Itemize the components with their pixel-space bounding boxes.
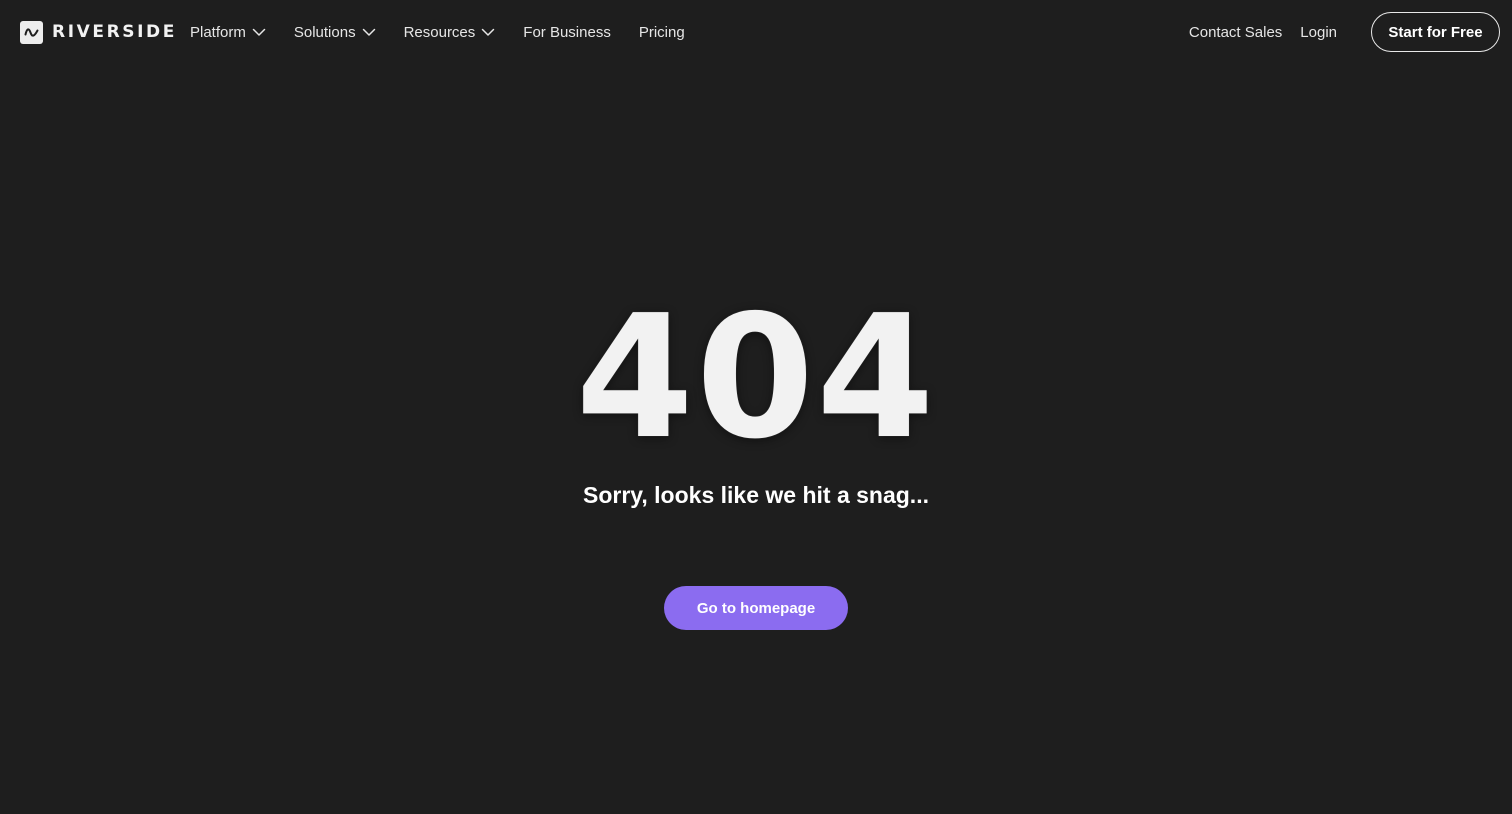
go-to-homepage-button[interactable]: Go to homepage	[664, 586, 848, 630]
nav-item-solutions[interactable]: Solutions	[294, 24, 376, 41]
start-for-free-button[interactable]: Start for Free	[1371, 12, 1500, 52]
nav-item-label: For Business	[523, 23, 611, 41]
nav-actions: Contact Sales Login Start for Free	[1189, 12, 1500, 52]
error-message: Sorry, looks like we hit a snag...	[583, 482, 929, 508]
login-link[interactable]: Login	[1300, 24, 1337, 41]
nav-item-resources[interactable]: Resources	[404, 24, 496, 41]
nav-item-label: Pricing	[638, 23, 685, 41]
nav-item-for-business[interactable]: For Business	[523, 24, 611, 41]
chevron-down-icon	[481, 28, 495, 37]
chevron-down-icon	[252, 28, 266, 37]
nav-item-label: Platform	[190, 23, 246, 41]
nav-item-platform[interactable]: Platform	[190, 24, 266, 41]
contact-sales-link[interactable]: Contact Sales	[1189, 24, 1282, 41]
error-code: 404	[575, 279, 937, 477]
brand-name: RIVERSIDE	[52, 22, 177, 42]
nav-item-pricing[interactable]: Pricing	[639, 24, 685, 41]
nav-item-label: Resources	[403, 23, 476, 41]
waveform-icon	[20, 20, 43, 44]
nav-item-label: Solutions	[293, 23, 356, 41]
riverside-logo[interactable]: RIVERSIDE	[20, 20, 177, 44]
main-nav: Platform Solutions Resources For Busines…	[190, 21, 713, 43]
error-hero: 404 Sorry, looks like we hit a snag...	[0, 290, 1512, 509]
top-navigation: RIVERSIDE Platform Solutions Resources F…	[0, 0, 1512, 64]
chevron-down-icon	[362, 28, 376, 37]
